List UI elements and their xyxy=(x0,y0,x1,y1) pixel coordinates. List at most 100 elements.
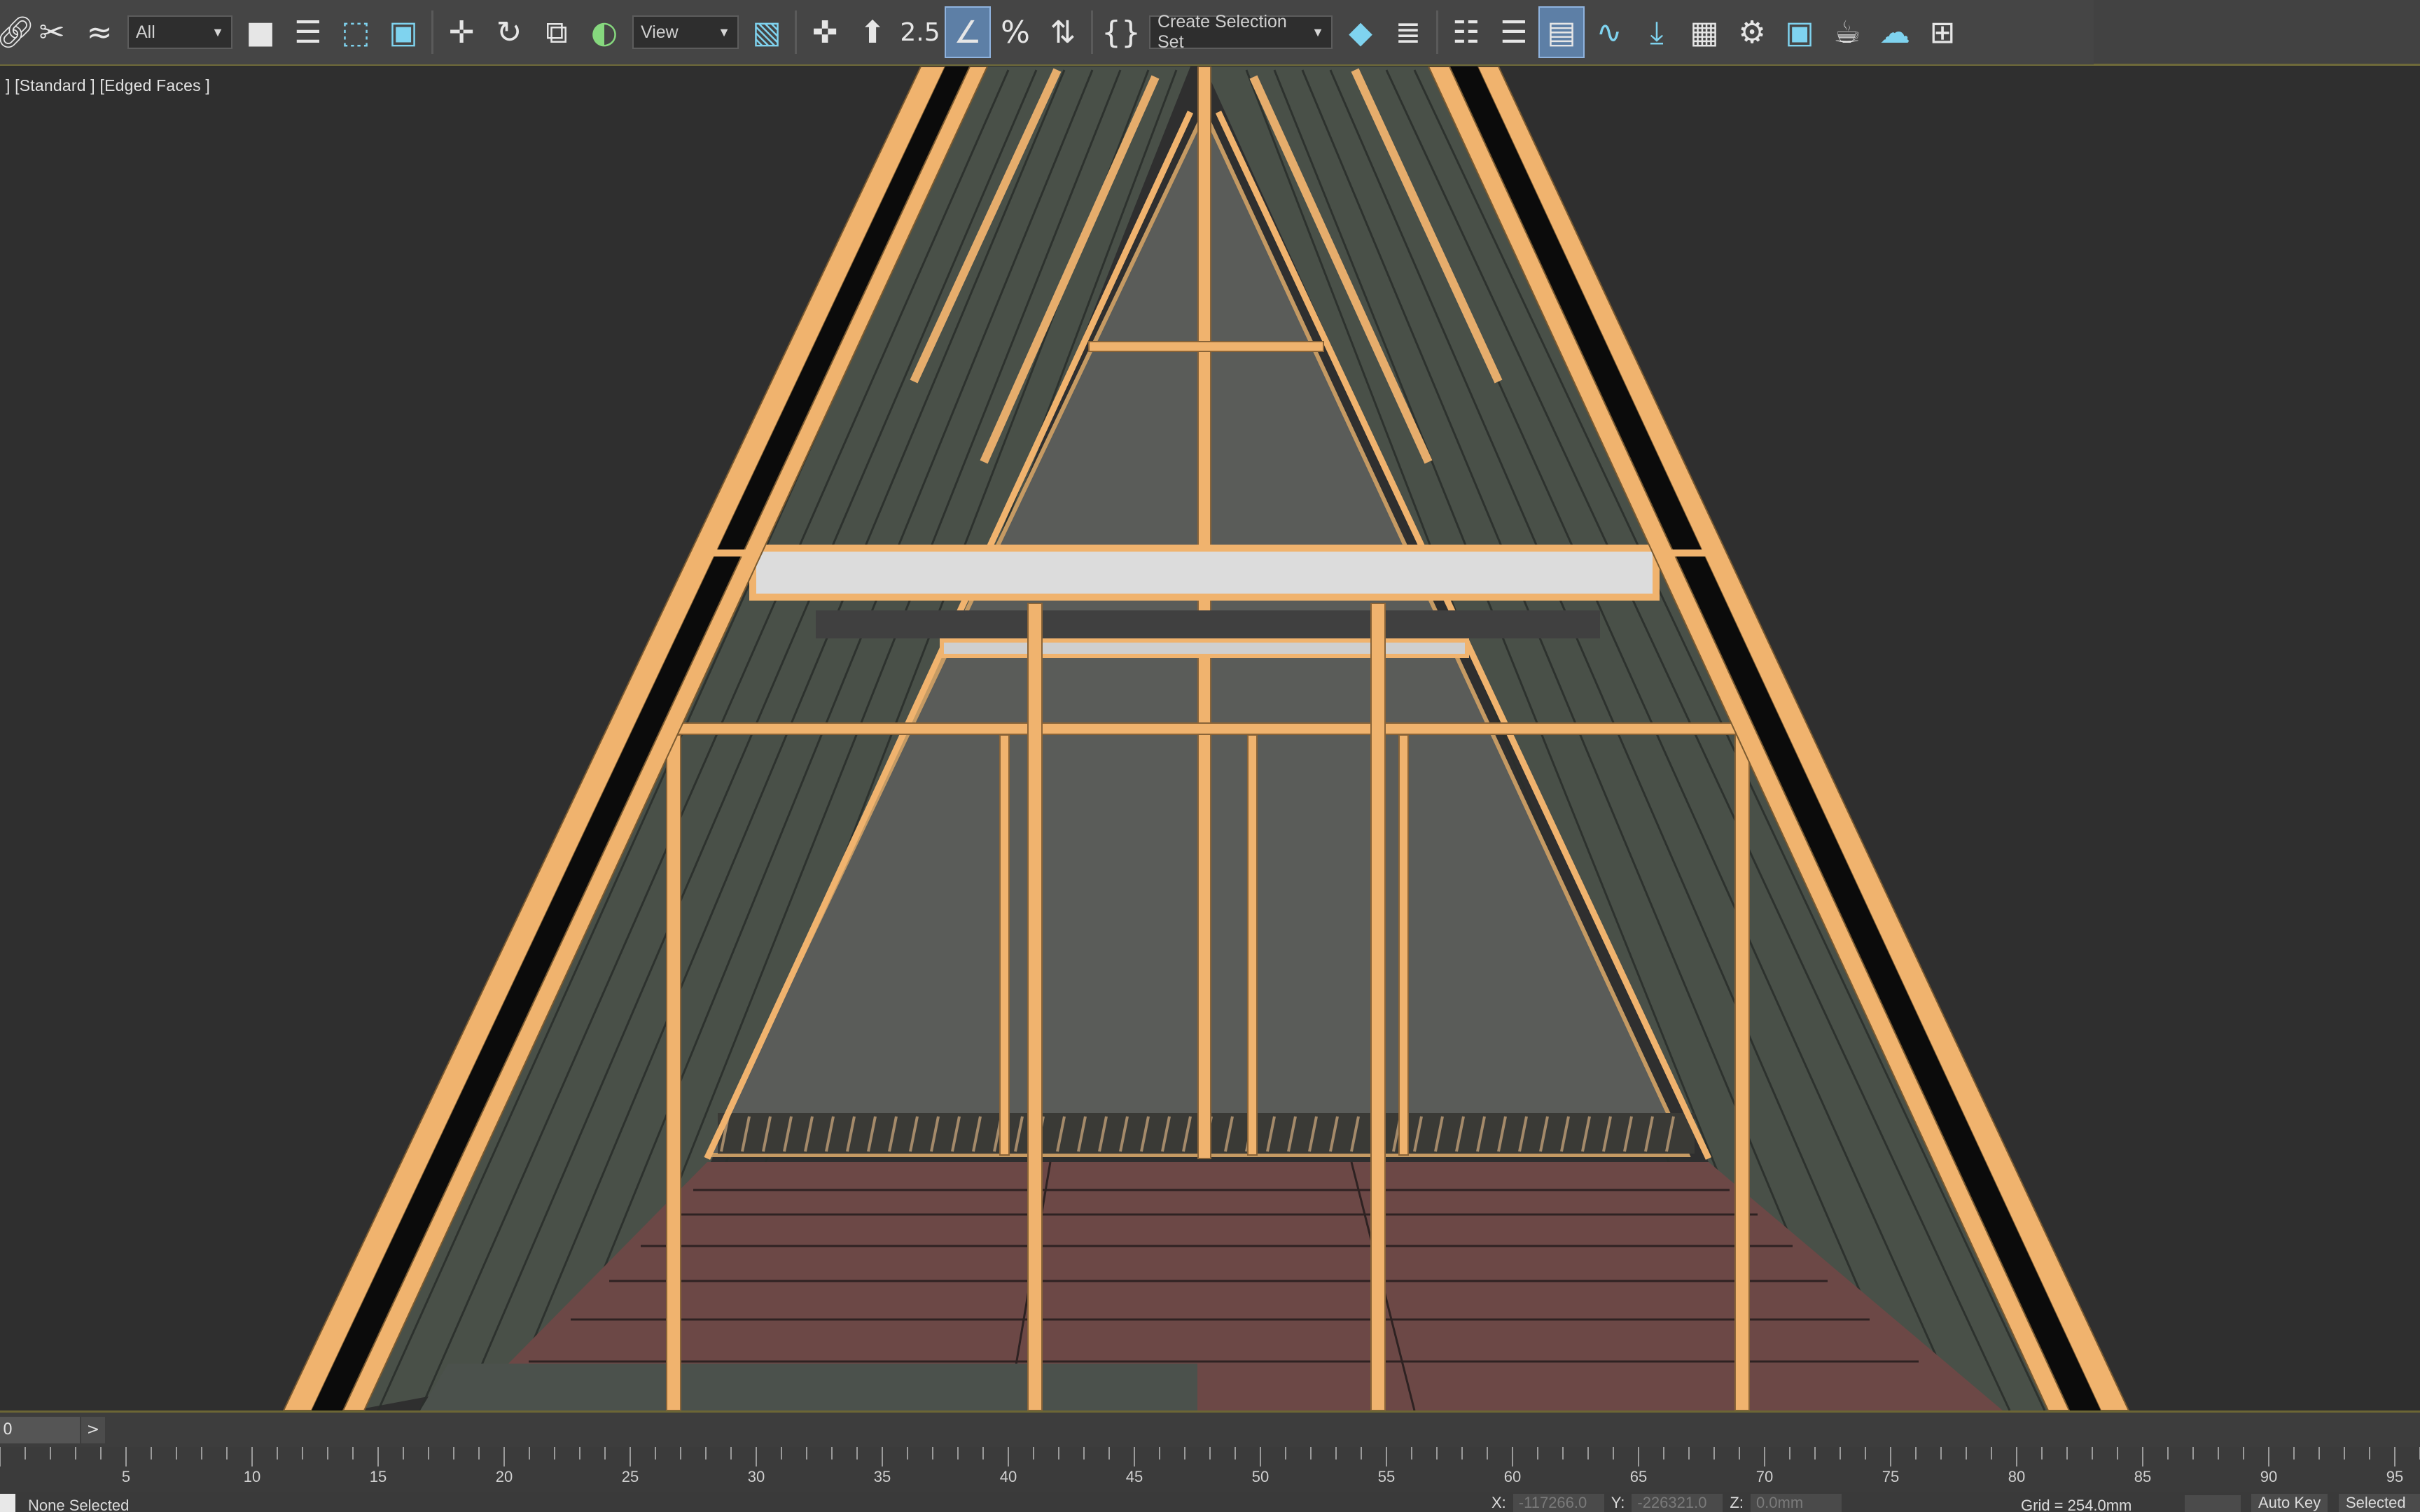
ruler-tick-label: 95 xyxy=(2386,1468,2403,1485)
scale-icon[interactable]: ⧉ xyxy=(535,8,578,57)
ruler-tick-label: 20 xyxy=(496,1468,513,1485)
y-coord-label: Y: xyxy=(1611,1494,1625,1511)
z-coord-label: Z: xyxy=(1730,1494,1744,1511)
window-mullion xyxy=(1398,734,1409,1156)
transform-type-in: X: -117266.0 Y: -226321.0 Z: 0.0mm xyxy=(1491,1494,1842,1512)
ruler-tick-label: 10 xyxy=(244,1468,260,1485)
ruler-tick-label: 50 xyxy=(1252,1468,1269,1485)
time-slider-next-button[interactable]: > xyxy=(81,1417,105,1443)
ruler-tick-label: 30 xyxy=(748,1468,765,1485)
grid-size: Grid = 254.0mm xyxy=(2021,1497,2132,1512)
loft-rear-beam xyxy=(940,638,1469,658)
render-icon[interactable]: ☕ xyxy=(1826,8,1869,57)
upper-collar-tie xyxy=(1088,341,1324,352)
link-icon[interactable]: 🔗︎ xyxy=(0,8,35,57)
chevron-down-icon: ▼ xyxy=(211,24,224,39)
edit-named-sel-icon[interactable]: {} xyxy=(1099,8,1143,57)
track-bar-ruler: 5 10 15 20 25 30 35 40 45 50 55 60 65 70 75 80 85 90 95 xyxy=(0,1447,2420,1485)
named-selection-set-value: Create Selection Set xyxy=(1157,12,1287,52)
ruler-tick-label: 25 xyxy=(622,1468,639,1485)
ruler-tick-label: 55 xyxy=(1378,1468,1395,1485)
ruler-tick-label: 60 xyxy=(1504,1468,1521,1485)
z-coord-field[interactable]: 0.0mm xyxy=(1750,1494,1842,1512)
ruler-tick-label: 85 xyxy=(2134,1468,2151,1485)
main-cross-beam xyxy=(668,722,1748,735)
reference-coordinate-dropdown[interactable]: View ▼ xyxy=(632,15,739,49)
ribbon-icon[interactable]: ▤ xyxy=(1538,6,1585,58)
status-color-swatch xyxy=(0,1494,15,1512)
main-toolbar-strip: 🔗︎ ✂ ≈ All ▼ ■ ☰ ⬚ ▣ ✛ ↻ ⧉ ◐ View ▼ ▧ ✜ … xyxy=(0,0,2094,64)
rotate-icon[interactable]: ↻ xyxy=(487,8,531,57)
rect-selection-icon[interactable]: ⬚ xyxy=(334,8,377,57)
angle-snap-icon[interactable]: ∠ xyxy=(945,6,991,58)
perspective-viewport[interactable]: ] [Standard ] [Edged Faces ] xyxy=(0,66,2420,1410)
floor-rug xyxy=(420,1364,1197,1410)
snap-mode-label: 2.5 xyxy=(900,18,940,47)
y-coord-field[interactable]: -226321.0 xyxy=(1632,1494,1723,1512)
toolbar-separator xyxy=(1091,10,1093,54)
chevron-down-icon: ▼ xyxy=(1312,24,1324,39)
selection-filter-value: All xyxy=(136,22,155,42)
status-bar: None Selected X: -117266.0 Y: -226321.0 … xyxy=(0,1492,2420,1512)
render-cloud-icon[interactable]: ☁ xyxy=(1873,8,1917,57)
track-bar[interactable]: 5 10 15 20 25 30 35 40 45 50 55 60 65 70 75 80 85 90 95 xyxy=(0,1447,2420,1492)
ruler-tick-label: 40 xyxy=(1000,1468,1017,1485)
x-coord-field[interactable]: -117266.0 xyxy=(1512,1494,1604,1512)
ruler-tick-label: 5 xyxy=(122,1468,130,1485)
app-window: 🔗︎ ✂ ≈ All ▼ ■ ☰ ⬚ ▣ ✛ ↻ ⧉ ◐ View ▼ ▧ ✜ … xyxy=(0,0,2420,1512)
set-key-button[interactable] xyxy=(2185,1495,2241,1512)
reference-coordinate-value: View xyxy=(641,22,679,42)
bind-space-warp-icon[interactable]: ≈ xyxy=(78,8,121,57)
viewport-layout-icon[interactable]: ⊞ xyxy=(1921,8,1964,57)
selection-filter-dropdown[interactable]: All ▼ xyxy=(127,15,232,49)
scene-render xyxy=(0,66,2420,1410)
move-icon[interactable]: ✛ xyxy=(440,8,483,57)
snaps-toggle-icon[interactable]: 2.5 xyxy=(898,8,942,57)
percent-snap-icon[interactable]: % xyxy=(994,8,1037,57)
manipulate-icon[interactable]: ✜ xyxy=(803,8,847,57)
spinner-snap-icon[interactable]: ⇅ xyxy=(1041,8,1085,57)
select-by-name-icon[interactable]: ☰ xyxy=(286,8,330,57)
schematic-view-icon[interactable]: ⤓ xyxy=(1635,8,1678,57)
ruler-tick-label: 45 xyxy=(1126,1468,1143,1485)
post-left-inner xyxy=(1027,603,1043,1410)
ruler-tick-label: 90 xyxy=(2260,1468,2277,1485)
rendered-frame-icon[interactable]: ▣ xyxy=(1778,8,1821,57)
toolbar-separator xyxy=(1436,10,1438,54)
mirror-icon[interactable]: ◆ xyxy=(1339,8,1382,57)
select-object-icon[interactable]: ■ xyxy=(239,8,282,57)
window-mullion xyxy=(1247,734,1258,1156)
time-slider[interactable]: 0 > xyxy=(0,1410,2420,1447)
ruler-tick-label: 65 xyxy=(1630,1468,1647,1485)
viewport-label[interactable]: ] [Standard ] [Edged Faces ] xyxy=(6,76,210,95)
x-coord-label: X: xyxy=(1491,1494,1506,1511)
curve-editor-icon[interactable]: ∿ xyxy=(1587,8,1631,57)
ruler-tick-label: 75 xyxy=(1882,1468,1899,1485)
material-editor-icon[interactable]: ▦ xyxy=(1683,8,1726,57)
post-right-outer xyxy=(1734,734,1750,1410)
post-right-inner xyxy=(1370,603,1386,1410)
time-slider-frame[interactable]: 0 xyxy=(0,1417,80,1443)
loft-floor-beam xyxy=(749,545,1660,601)
window-crossing-icon[interactable]: ▣ xyxy=(382,8,425,57)
ruler-tick-label: 80 xyxy=(2008,1468,2025,1485)
toolbar-separator xyxy=(431,10,433,54)
loft-underside xyxy=(816,610,1600,638)
align-icon[interactable]: ≣ xyxy=(1386,8,1430,57)
chevron-down-icon: ▼ xyxy=(718,24,730,39)
keyboard-shortcut-icon[interactable]: ⬆ xyxy=(851,8,894,57)
layer-explorer-icon[interactable]: ☰ xyxy=(1492,8,1536,57)
ruler-tick-label: 35 xyxy=(874,1468,891,1485)
place-icon[interactable]: ◐ xyxy=(583,8,626,57)
auto-key-button[interactable]: Auto Key xyxy=(2251,1494,2328,1512)
named-selection-set-dropdown[interactable]: Create Selection Set ▼ xyxy=(1149,12,1333,52)
ruler-tick-label: 15 xyxy=(370,1468,387,1485)
window-mullion xyxy=(999,734,1010,1156)
key-filter-dropdown[interactable]: Selected xyxy=(2339,1494,2420,1512)
selection-status: None Selected xyxy=(28,1497,130,1512)
scene-explorer-icon[interactable]: ☷ xyxy=(1445,8,1488,57)
render-setup-icon[interactable]: ⚙ xyxy=(1730,8,1774,57)
post-left-outer xyxy=(666,734,681,1410)
unlink-icon[interactable]: ✂ xyxy=(30,8,74,57)
pivot-icon[interactable]: ▧ xyxy=(745,8,788,57)
